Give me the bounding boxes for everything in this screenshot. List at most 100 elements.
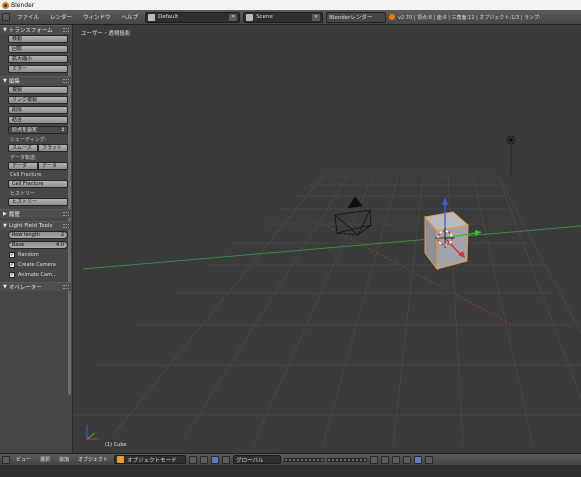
blender-logo-icon bbox=[2, 1, 9, 9]
base-value: 4.0 bbox=[56, 242, 64, 248]
menu-help[interactable]: ヘルプ bbox=[118, 13, 143, 21]
bottom-strip bbox=[0, 465, 581, 477]
x-axis-line bbox=[322, 223, 514, 326]
collapse-triangle-icon: ▼ bbox=[3, 27, 7, 33]
duplicate-linked-button[interactable]: リンク複製 bbox=[8, 96, 68, 104]
mode-name: オブジェクトモード bbox=[127, 457, 177, 464]
menu-file[interactable]: ファイル bbox=[13, 13, 43, 21]
screen-layout-dropdown[interactable]: Default ✕ bbox=[145, 11, 241, 23]
tool-shelf-scrollbar[interactable] bbox=[68, 65, 71, 395]
history-label: ヒストリー bbox=[10, 191, 36, 197]
animate-camera-checkbox[interactable]: ✓ Animate Cam... bbox=[9, 271, 68, 279]
cell-fracture-button[interactable]: Cell Fracture bbox=[8, 180, 68, 188]
mode-dropdown[interactable]: オブジェクトモード bbox=[114, 455, 187, 464]
checkbox-label: Random bbox=[18, 252, 39, 258]
orientation-name: グローバル bbox=[236, 457, 264, 464]
panel-operator-header[interactable]: ▼ オペレーター bbox=[0, 282, 72, 291]
lamp-object[interactable] bbox=[506, 135, 516, 175]
window-titlebar: Blender bbox=[0, 0, 581, 10]
render-preview-icon[interactable] bbox=[414, 455, 423, 464]
flat-button[interactable]: フラット bbox=[38, 144, 68, 152]
close-icon[interactable]: ✕ bbox=[229, 13, 238, 21]
viewport-shading-icon[interactable] bbox=[189, 455, 198, 464]
panel-light-field-header[interactable]: ▼ Light Field Tools bbox=[0, 221, 72, 230]
3d-view-header: ビュー 選択 追加 オブジェクト オブジェクトモード グローバル bbox=[0, 453, 581, 465]
menu-view[interactable]: ビュー bbox=[13, 456, 34, 463]
active-object-label: (1) Cube bbox=[105, 442, 127, 448]
panel-title: Light Field Tools bbox=[8, 223, 53, 229]
data-button[interactable]: データ bbox=[8, 162, 38, 170]
menu-object[interactable]: オブジェクト bbox=[75, 456, 111, 463]
mirror-button[interactable]: ミラー bbox=[8, 65, 68, 73]
y-axis-line bbox=[82, 225, 581, 270]
scale-button[interactable]: 拡大縮小 bbox=[8, 55, 68, 63]
menu-window[interactable]: ウィンドウ bbox=[79, 13, 115, 21]
menu-select[interactable]: 選択 bbox=[37, 456, 53, 463]
delete-button[interactable]: 削除 bbox=[8, 106, 68, 114]
drag-grip-icon[interactable] bbox=[63, 79, 69, 83]
camera-object[interactable] bbox=[334, 196, 372, 236]
layer-buttons-2[interactable] bbox=[327, 457, 368, 462]
orientation-dropdown[interactable]: グローバル bbox=[233, 455, 282, 464]
join-button[interactable]: 結合 bbox=[8, 116, 68, 124]
data-transfer-label: データ転送: bbox=[10, 155, 37, 161]
panel-title: 編集 bbox=[8, 79, 20, 85]
floor-grid bbox=[73, 175, 581, 446]
menu-render[interactable]: レンダー bbox=[46, 13, 76, 21]
snap-target-icon[interactable] bbox=[392, 455, 401, 464]
scene-dropdown[interactable]: Scene ✕ bbox=[243, 11, 324, 23]
scene-stats: v2.70 | 頂点:8 | 面:6 | 三角面:12 | オブジェクト:1/3… bbox=[398, 14, 541, 21]
panel-title: オペレーター bbox=[8, 285, 42, 291]
close-icon[interactable]: ✕ bbox=[312, 13, 321, 21]
collapse-triangle-icon: ▼ bbox=[3, 78, 7, 84]
rotate-button[interactable]: 回転 bbox=[8, 45, 68, 53]
checkbox-label: Animate Cam... bbox=[18, 272, 57, 278]
proportional-edit-icon[interactable] bbox=[403, 455, 412, 464]
tool-shelf: ▼ トランスフォーム 移動 回転 拡大縮小 ミラー ▼ 編集 複製 リンク複製 … bbox=[0, 25, 73, 453]
layer-buttons[interactable] bbox=[284, 457, 325, 462]
cell-fracture-label: Cell Fracture bbox=[10, 172, 42, 178]
checkmark-icon: ✓ bbox=[9, 272, 15, 278]
row-length-value: 2 bbox=[60, 232, 64, 238]
menu-add[interactable]: 追加 bbox=[56, 456, 72, 463]
render-layer-icon[interactable] bbox=[425, 455, 434, 464]
shading-label: シェーディング: bbox=[10, 137, 47, 143]
axis-widget bbox=[86, 425, 99, 440]
set-origin-dropdown[interactable]: 原点を設定 bbox=[8, 126, 68, 134]
base-field[interactable]: Base 4.0 bbox=[8, 241, 68, 249]
snap-icon[interactable] bbox=[381, 455, 390, 464]
random-checkbox[interactable]: ✓ Random bbox=[9, 251, 68, 259]
checkmark-icon: ✓ bbox=[9, 252, 15, 258]
shading-buttons: スムーズ フラット bbox=[8, 144, 68, 152]
editor-type-icon[interactable] bbox=[2, 455, 10, 464]
viewport-scene[interactable] bbox=[73, 25, 581, 453]
row-length-field[interactable]: Row length 2 bbox=[8, 231, 68, 239]
scene-name: Scene bbox=[256, 14, 273, 20]
drag-grip-icon[interactable] bbox=[63, 224, 69, 228]
drag-grip-icon[interactable] bbox=[63, 28, 69, 32]
history-button[interactable]: ヒストリー bbox=[8, 198, 68, 206]
translate-button[interactable]: 移動 bbox=[8, 35, 68, 43]
editor-type-icon[interactable] bbox=[2, 13, 10, 21]
3d-viewport[interactable]: ユーザー・透視投影 (1) Cube bbox=[73, 25, 581, 453]
drag-grip-icon[interactable] bbox=[63, 285, 69, 289]
create-camera-checkbox[interactable]: ✓ Create Camera bbox=[9, 261, 68, 269]
data-transfer-buttons: データ データ bbox=[8, 162, 68, 170]
render-engine-name: Blenderレンダー bbox=[329, 15, 373, 21]
translate-manipulator-icon[interactable] bbox=[222, 455, 231, 464]
panel-title: トランスフォーム bbox=[8, 28, 53, 34]
scene-icon bbox=[246, 13, 254, 21]
panel-edit-header[interactable]: ▼ 編集 bbox=[0, 76, 72, 85]
lock-layers-icon[interactable] bbox=[370, 455, 379, 464]
drag-grip-icon[interactable] bbox=[63, 212, 69, 216]
panel-title: 履歴 bbox=[8, 212, 20, 218]
render-engine-dropdown[interactable]: Blenderレンダー bbox=[326, 11, 387, 23]
pivot-point-icon[interactable] bbox=[200, 455, 209, 464]
smooth-button[interactable]: スムーズ bbox=[8, 144, 38, 152]
duplicate-button[interactable]: 複製 bbox=[8, 86, 68, 94]
panel-transform-header[interactable]: ▼ トランスフォーム bbox=[0, 25, 72, 34]
data-layout-button[interactable]: データ bbox=[38, 162, 68, 170]
panel-history-header[interactable]: ▶ 履歴 bbox=[0, 209, 72, 218]
manipulator-toggle-icon[interactable] bbox=[211, 455, 220, 464]
view-perspective-label: ユーザー・透視投影 bbox=[81, 31, 131, 37]
